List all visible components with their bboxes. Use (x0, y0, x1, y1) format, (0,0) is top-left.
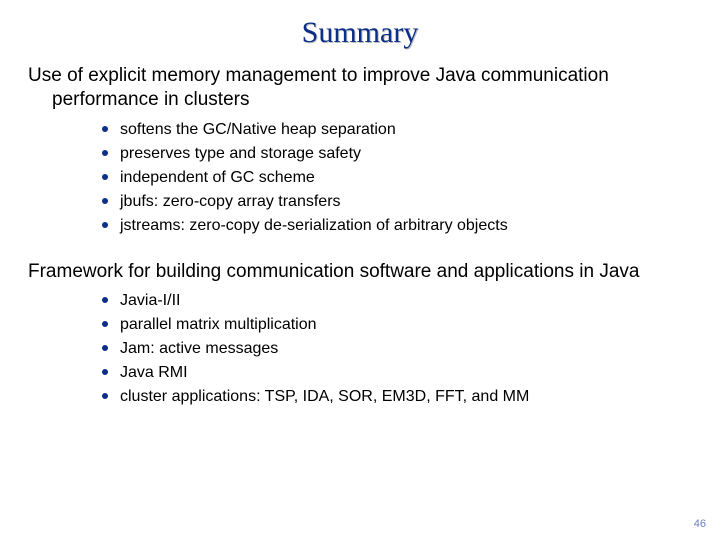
slide-title: Summary (0, 0, 720, 50)
list-item: jbufs: zero-copy array transfers (102, 190, 692, 214)
list-item: Jam: active messages (102, 337, 692, 361)
bullet-list: Javia-I/II parallel matrix multiplicatio… (28, 289, 692, 409)
list-item: preserves type and storage safety (102, 142, 692, 166)
section-text: Framework for building communication sof… (28, 260, 692, 284)
page-number: 46 (694, 518, 706, 530)
list-item: cluster applications: TSP, IDA, SOR, EM3… (102, 385, 692, 409)
section-text: Use of explicit memory management to imp… (28, 64, 692, 112)
slide-body: Use of explicit memory management to imp… (0, 50, 720, 409)
slide: Summary Use of explicit memory managemen… (0, 0, 720, 540)
list-item: parallel matrix multiplication (102, 313, 692, 337)
bullet-list: softens the GC/Native heap separation pr… (28, 118, 692, 238)
list-item: independent of GC scheme (102, 166, 692, 190)
list-item: Java RMI (102, 361, 692, 385)
list-item: softens the GC/Native heap separation (102, 118, 692, 142)
list-item: jstreams: zero-copy de-serialization of … (102, 214, 692, 238)
list-item: Javia-I/II (102, 289, 692, 313)
